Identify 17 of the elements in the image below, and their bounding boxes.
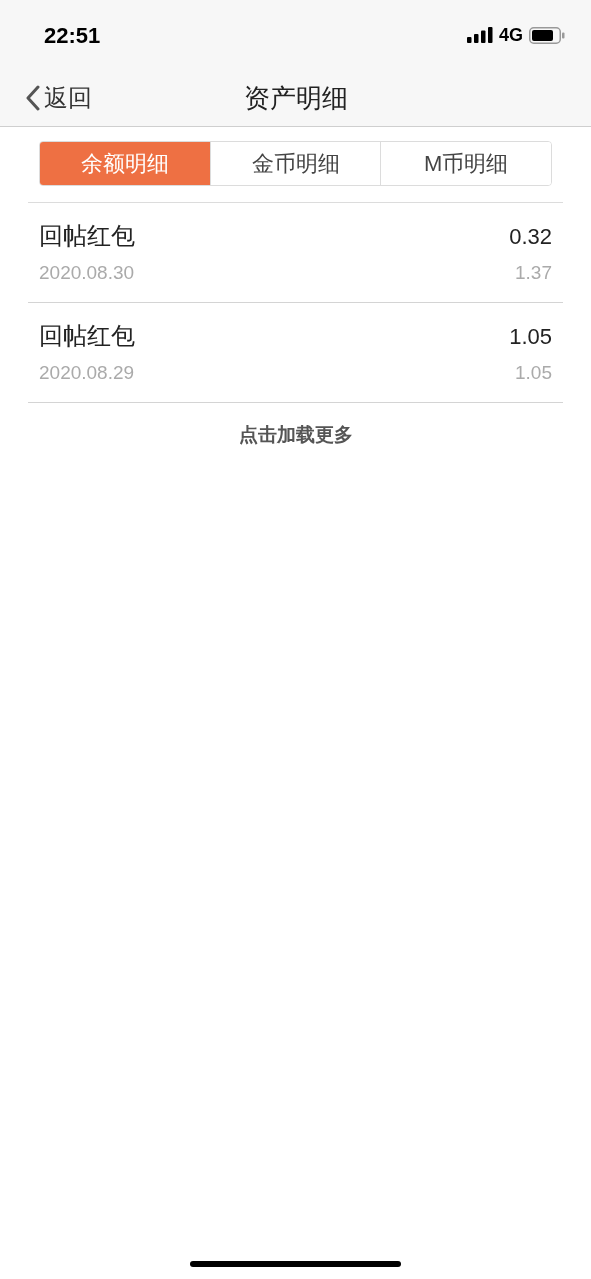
record-date: 2020.08.30 (39, 260, 135, 285)
status-time: 22:51 (44, 21, 101, 50)
tab[interactable]: M币明细 (380, 142, 551, 185)
record-date: 2020.08.29 (39, 360, 135, 385)
record-balance: 1.05 (515, 360, 552, 385)
back-button[interactable]: 返回 (26, 80, 92, 116)
record-amount: 1.05 (509, 322, 552, 351)
network-label: 4G (499, 23, 523, 47)
record-title: 回帖红包 (39, 221, 135, 251)
record-title: 回帖红包 (39, 321, 135, 351)
chevron-left-icon (26, 85, 40, 111)
signal-icon (467, 27, 493, 43)
battery-icon (529, 26, 565, 44)
load-more-button[interactable]: 点击加载更多 (238, 421, 353, 450)
page-title: 资产明细 (243, 81, 348, 115)
record-balance: 1.37 (515, 260, 552, 285)
record-amount: 0.32 (509, 222, 552, 251)
